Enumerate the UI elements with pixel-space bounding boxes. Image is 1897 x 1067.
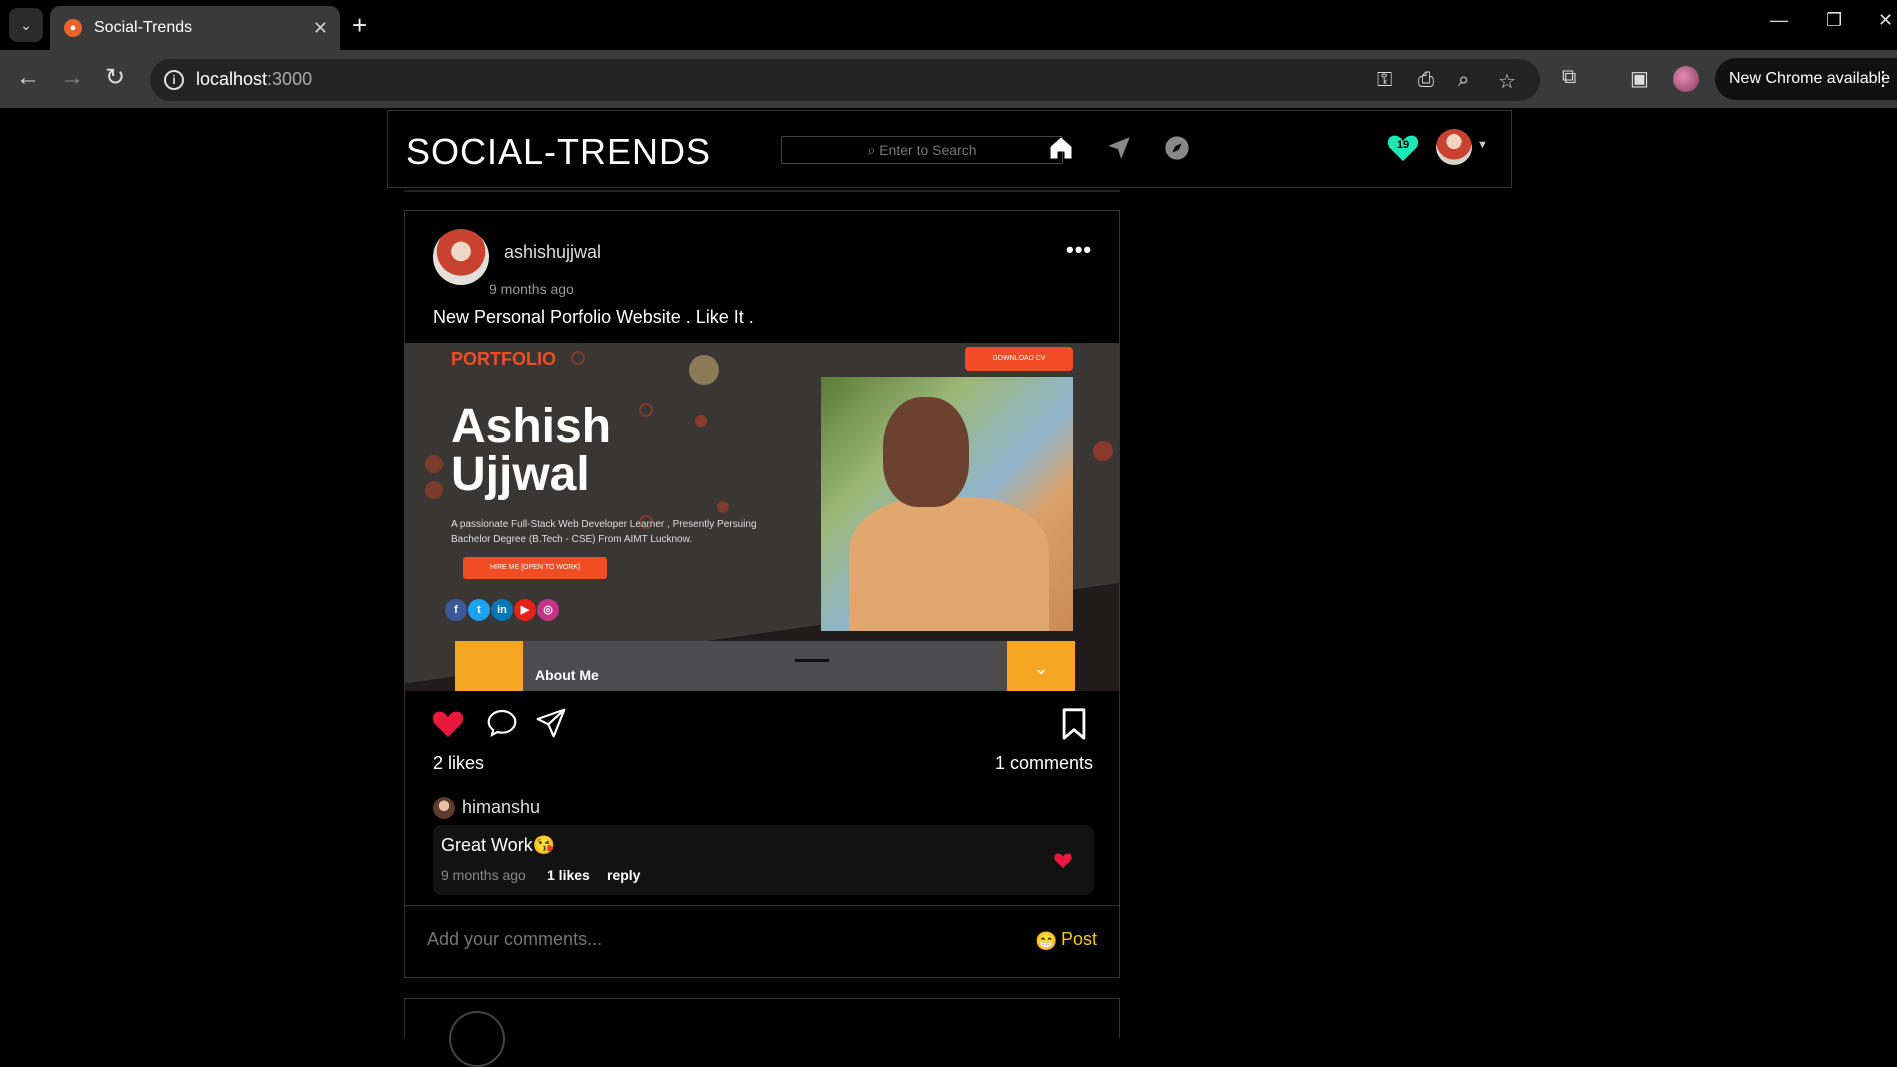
tab-close-icon[interactable]: ✕: [313, 18, 328, 39]
tab-title: Social-Trends: [94, 19, 193, 36]
facebook-icon: f: [445, 599, 467, 621]
side-panel-icon[interactable]: ▣: [1630, 66, 1649, 91]
search-input[interactable]: ⌕ Enter to Search: [781, 136, 1063, 164]
commenter-avatar[interactable]: [433, 797, 455, 819]
comment-timestamp: 9 months ago: [441, 867, 526, 883]
reload-icon[interactable]: ↻: [105, 64, 125, 92]
portfolio-photo: [821, 377, 1073, 631]
download-cv-button-image: DOWNLOAD CV: [965, 347, 1073, 371]
emoji-icon[interactable]: 😁: [1035, 931, 1057, 952]
more-options-icon[interactable]: •••: [1066, 237, 1092, 263]
bookmark-icon[interactable]: [1059, 707, 1093, 741]
about-me-bar-image: About Me ⌄: [455, 641, 1075, 691]
brand-logo[interactable]: SOCIAL-TRENDS: [406, 131, 711, 173]
portfolio-logo: PORTFOLIO: [451, 349, 557, 369]
comment-likes[interactable]: 1 likes: [547, 867, 590, 883]
comments-count[interactable]: 1 comments: [995, 753, 1093, 774]
forward-icon[interactable]: →: [60, 64, 84, 92]
likes-count[interactable]: 2 likes: [433, 753, 484, 774]
post-card: ashishujjwal 9 months ago ••• New Person…: [404, 210, 1120, 978]
next-post-card: [404, 998, 1120, 1067]
comment-like-heart-icon[interactable]: [1053, 851, 1073, 869]
portfolio-name: Ashish Ujjwal: [451, 400, 612, 501]
post-timestamp: 9 months ago: [489, 281, 574, 297]
chrome-update-button[interactable]: New Chrome available ⋮: [1715, 58, 1897, 100]
linkedin-icon: in: [491, 599, 513, 621]
browser-toolbar: ← → ↻ i localhost:3000 ⚿ ⎙ ⌕ ☆ ⧉ ▣ New C…: [0, 50, 1897, 108]
url-text: localhost:3000: [196, 69, 313, 89]
user-avatar[interactable]: [1436, 129, 1472, 165]
share-send-icon[interactable]: [535, 707, 569, 741]
minimize-icon[interactable]: —: [1770, 10, 1788, 31]
next-post-avatar[interactable]: [449, 1011, 505, 1067]
messages-send-icon[interactable]: [1102, 131, 1136, 165]
hire-me-button-image: HIRE ME [OPEN TO WORK]: [463, 557, 607, 579]
restore-icon[interactable]: ❐: [1826, 10, 1842, 31]
zoom-icon[interactable]: ⌕: [1458, 69, 1469, 92]
tab-search-button[interactable]: ⌄: [9, 8, 43, 42]
instagram-icon: ◎: [537, 599, 559, 621]
previous-post-edge: [404, 190, 1120, 192]
commenter-name[interactable]: himanshu: [462, 797, 540, 818]
twitter-icon: t: [468, 599, 490, 621]
bookmark-star-icon[interactable]: ☆: [1498, 69, 1516, 94]
like-heart-icon[interactable]: [431, 707, 465, 741]
home-icon[interactable]: [1044, 131, 1078, 165]
close-window-icon[interactable]: ✕: [1878, 10, 1893, 31]
install-app-icon[interactable]: ⎙: [1418, 69, 1434, 92]
comment-reply-button[interactable]: reply: [607, 867, 640, 883]
address-bar[interactable]: i localhost:3000 ⚿ ⎙ ⌕ ☆: [150, 59, 1540, 101]
back-icon[interactable]: ←: [16, 64, 40, 92]
youtube-icon: ▶: [514, 599, 536, 621]
site-info-icon[interactable]: i: [164, 70, 184, 90]
favicon-icon: ●: [64, 19, 82, 37]
password-key-icon[interactable]: ⚿: [1377, 69, 1392, 92]
app-root: SOCIAL-TRENDS ⌕ Enter to Search 19 ▼ ash…: [0, 108, 1897, 1067]
comment-item: Great Work😘 9 months ago 1 likes reply: [433, 825, 1094, 895]
browser-tab[interactable]: ● Social-Trends ✕: [50, 6, 340, 50]
chevron-down-icon[interactable]: ▼: [1477, 139, 1488, 151]
comment-text: Great Work😘: [441, 835, 556, 855]
add-comment-input[interactable]: [427, 929, 907, 950]
notification-count: 19: [1396, 139, 1410, 151]
extensions-icon[interactable]: ⧉: [1562, 66, 1576, 89]
post-caption: New Personal Porfolio Website . Like It …: [433, 307, 754, 327]
explore-compass-icon[interactable]: [1160, 131, 1194, 165]
post-author-avatar[interactable]: [433, 229, 489, 285]
post-author-name[interactable]: ashishujjwal: [504, 242, 601, 263]
notifications-heart-icon[interactable]: 19: [1386, 131, 1420, 165]
browser-tabbar: ⌄ ● Social-Trends ✕ + — ❐ ✕: [0, 0, 1897, 50]
post-image[interactable]: PORTFOLIO Ashish Ujjwal A passionate Full…: [405, 343, 1119, 691]
more-menu-icon[interactable]: ⋮: [1873, 58, 1893, 100]
new-tab-button[interactable]: +: [352, 10, 367, 40]
portfolio-description: A passionate Full-Stack Web Developer Le…: [451, 519, 757, 545]
post-comment-button[interactable]: Post: [1061, 929, 1097, 950]
comment-icon[interactable]: [485, 707, 519, 741]
profile-avatar[interactable]: [1673, 66, 1699, 92]
navbar: SOCIAL-TRENDS ⌕ Enter to Search 19 ▼: [387, 110, 1512, 188]
